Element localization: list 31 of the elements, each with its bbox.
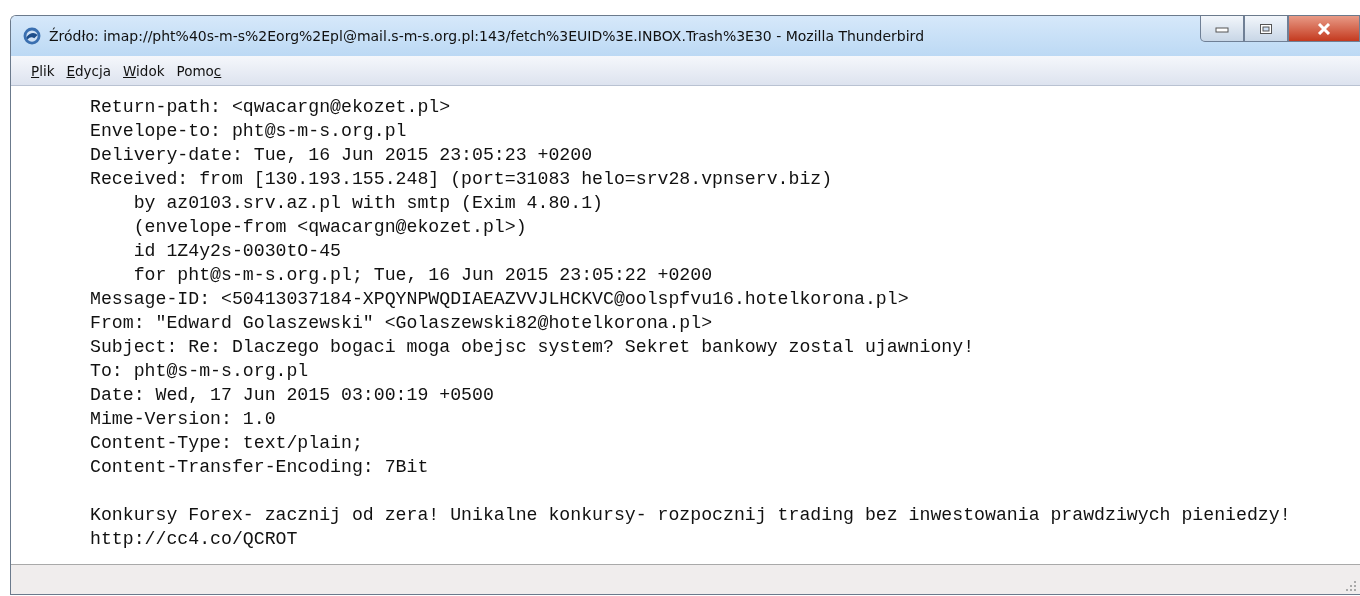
header-line: Delivery-date: Tue, 16 Jun 2015 23:05:23 +0200 [90, 144, 594, 167]
menu-item[interactable]: Plik [27, 60, 59, 81]
close-icon [1316, 22, 1332, 35]
header-line: To: pht@s-m-s.org.pl [90, 360, 310, 383]
app-icon [23, 27, 41, 45]
header-line: Content-Type: text/plain; [90, 432, 364, 455]
minimize-icon [1215, 24, 1229, 33]
minimize-button[interactable] [1200, 16, 1244, 42]
header-line: for pht@s-m-s.org.pl; Tue, 16 Jun 2015 23:05:22 +0200 [132, 264, 714, 287]
maximize-button[interactable] [1244, 16, 1288, 42]
header-line: Return-path: <qwacargn@ekozet.pl> [90, 96, 452, 119]
resize-grip-icon [1346, 581, 1356, 591]
window-title: Źródło: imap://pht%40s-m-s%2Eorg%2Epl@mail.s-m-s.org.pl:143/fetch%3EUID%3E.INBOX.Trash%3E30 - Mozilla Thunderbird [49, 28, 925, 44]
header-line: Received: from [130.193.155.248] (port=31083 helo=srv28.vpnserv.biz) [90, 168, 834, 191]
header-line: Envelope-to: pht@s-m-s.org.pl [90, 120, 408, 143]
header-line: Mime-Version: 1.0 [90, 408, 277, 431]
header-line: From: "Edward Golaszewski" <Golaszewski82@hotelkorona.pl> [90, 312, 714, 335]
header-line: Message-ID: <50413037184-XPQYNPWQDIAEAZVVJLHCKVC@oolspfvu16.hotelkorona.pl> [90, 288, 910, 311]
body-line: Konkursy Forex- zacznij od zera! Unikalne konkursy- rozpocznij trading bez inwestowania prawdziwych pieniedzy! [90, 504, 1292, 527]
close-button[interactable] [1288, 16, 1360, 42]
header-line: by az0103.srv.az.pl with smtp (Exim 4.80.1) [132, 192, 604, 215]
maximize-icon [1259, 22, 1273, 35]
header-line: Date: Wed, 17 Jun 2015 03:00:19 +0500 [90, 384, 495, 407]
header-line: (envelope-from <qwacargn@ekozet.pl>) [132, 216, 528, 239]
header-line: id 1Z4y2s-0030tO-45 [132, 240, 343, 263]
body-line: http://cc4.co/QCROT [90, 528, 299, 551]
menu-item[interactable]: Widok [119, 60, 169, 81]
menu-item[interactable]: Pomoc [172, 60, 226, 81]
menu-item[interactable]: Edycja [62, 60, 116, 81]
header-line: Content-Transfer-Encoding: 7Bit [90, 456, 430, 479]
header-line: Subject: Re: Dlaczego bogaci moga obejsc system? Sekret bankowy zostal ujawniony! [90, 336, 976, 359]
